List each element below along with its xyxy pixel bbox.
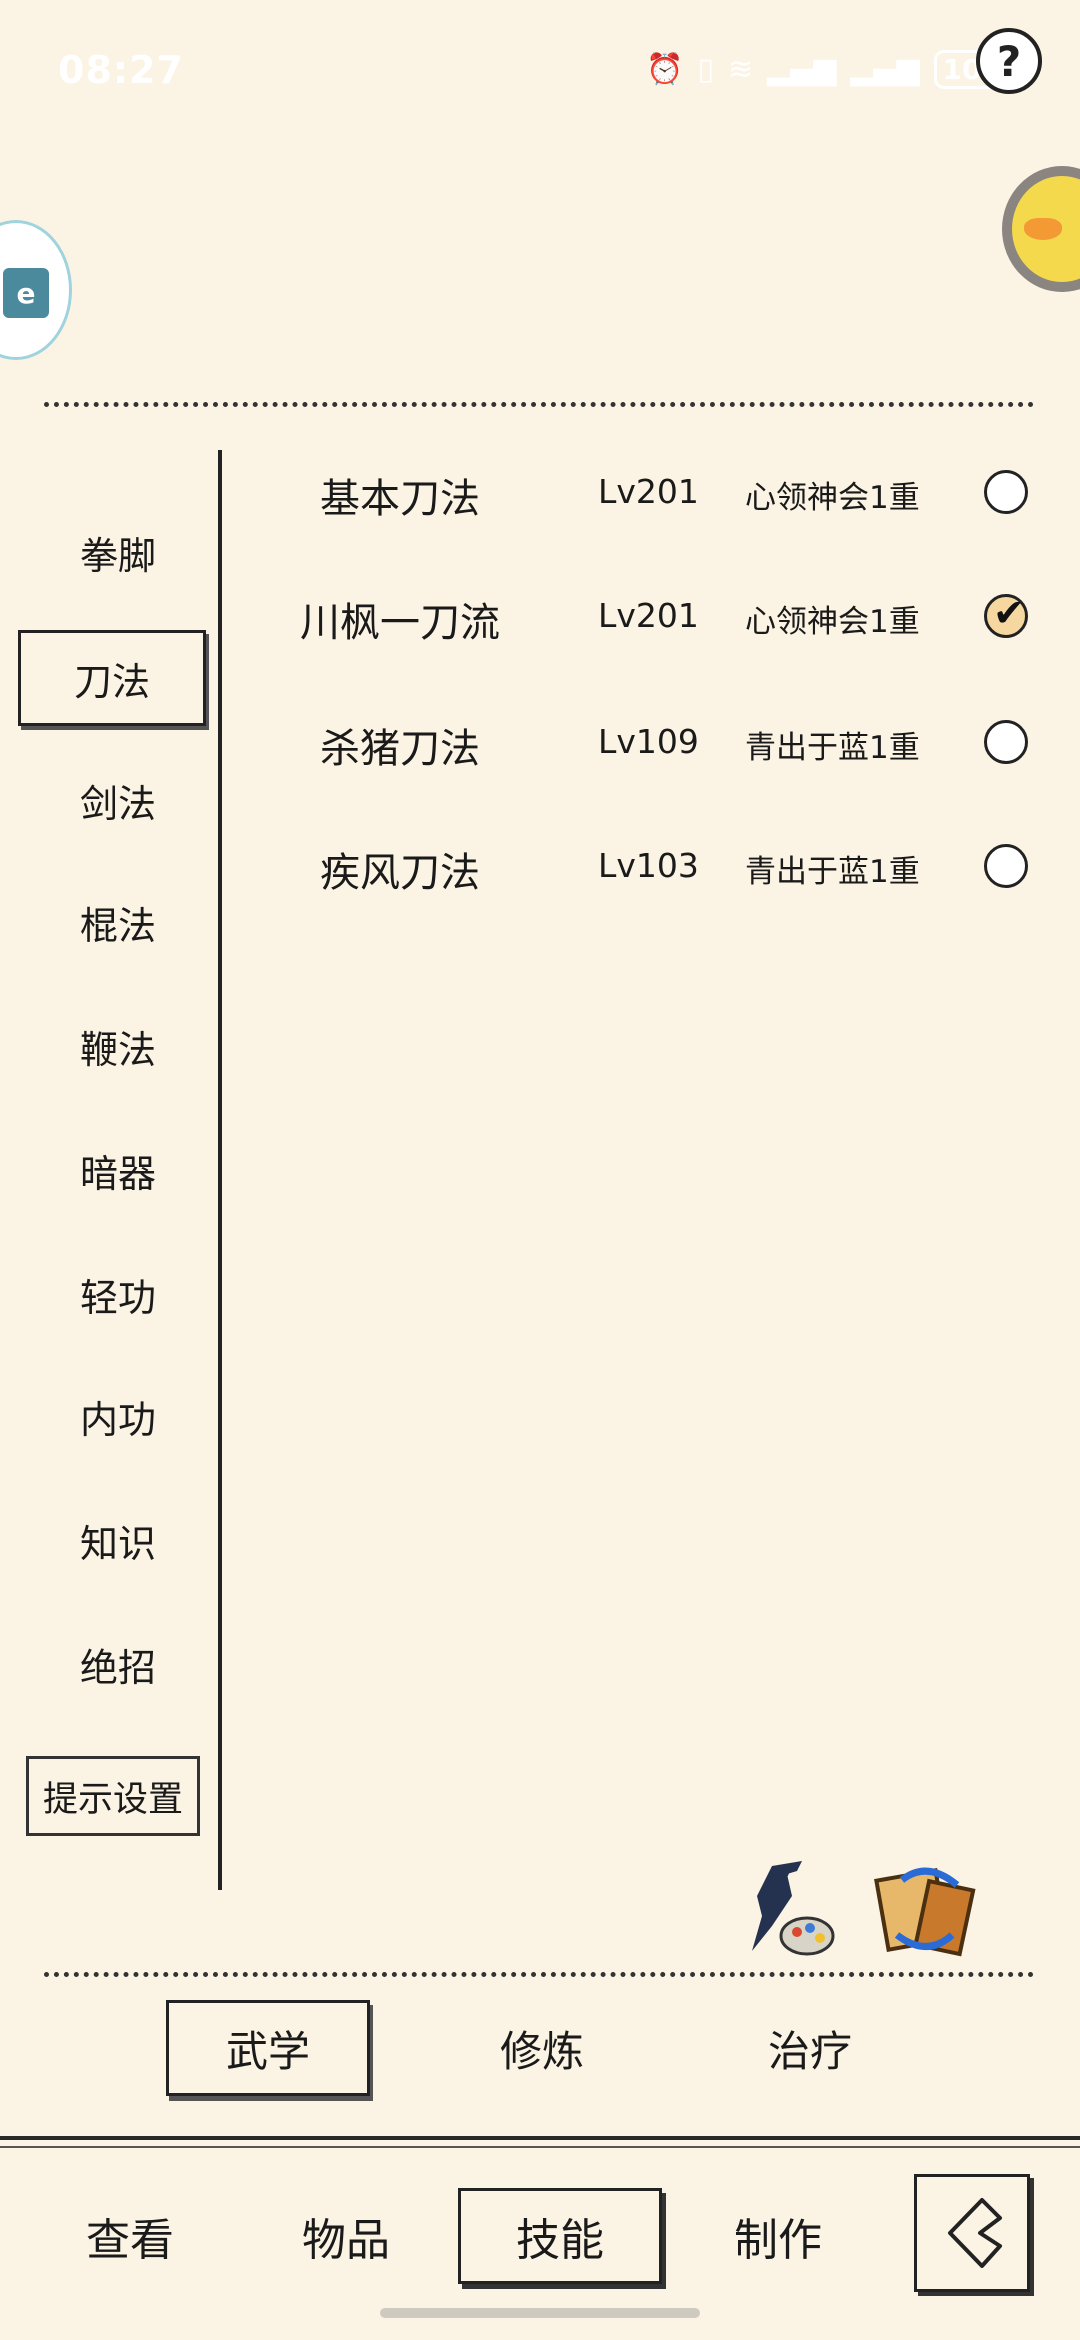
skill-level: Lv201 xyxy=(598,596,699,635)
skill-name: 疾风刀法 xyxy=(320,850,480,896)
nav-jineng[interactable]: 技能 xyxy=(458,2188,662,2284)
bottom-divider-thin xyxy=(0,2146,1080,2148)
category-juezhao[interactable]: 绝招 xyxy=(28,1620,208,1708)
skill-name: 川枫一刀流 xyxy=(300,600,500,646)
skill-tier: 青出于蓝1重 xyxy=(745,730,920,766)
category-bianfa[interactable]: 鞭法 xyxy=(28,1002,208,1090)
book-refresh-icon[interactable] xyxy=(872,1860,982,1960)
skill-row[interactable]: 基本刀法 Lv201 心领神会1重 xyxy=(230,452,1050,532)
skill-tier: 心领神会1重 xyxy=(745,604,920,640)
category-divider xyxy=(218,450,222,1890)
top-divider xyxy=(44,402,1034,407)
skill-level: Lv109 xyxy=(598,722,699,761)
category-gunfa[interactable]: 棍法 xyxy=(28,878,208,966)
category-label: 知识 xyxy=(79,1521,156,1566)
vibrate-icon: ▯ xyxy=(697,52,714,87)
category-label: 棍法 xyxy=(79,903,156,948)
nav-zhizuo[interactable]: 制作 xyxy=(688,2188,868,2284)
nav-chakan[interactable]: 查看 xyxy=(40,2188,220,2284)
category-daofa[interactable]: 刀法 xyxy=(18,630,206,726)
tips-settings-button[interactable]: 提示设置 xyxy=(26,1756,200,1836)
skill-level: Lv103 xyxy=(598,846,699,885)
category-qinggong[interactable]: 轻功 xyxy=(28,1250,208,1338)
status-time: 08:27 xyxy=(58,48,184,92)
category-neigong[interactable]: 内功 xyxy=(28,1372,208,1460)
tab-zhiliao[interactable]: 治疗 xyxy=(708,2000,912,2096)
signal-5g-icon: ▂▄▆ xyxy=(767,52,837,87)
app-icon: e xyxy=(3,268,49,318)
skill-select-radio[interactable] xyxy=(984,844,1028,888)
skill-tier: 青出于蓝1重 xyxy=(745,854,920,890)
category-zhishi[interactable]: 知识 xyxy=(28,1496,208,1584)
skill-row[interactable]: 疾风刀法 Lv103 青出于蓝1重 xyxy=(230,826,1050,906)
skill-level: Lv201 xyxy=(598,472,699,511)
alarm-icon: ⏰ xyxy=(646,52,684,87)
nav-wupin[interactable]: 物品 xyxy=(256,2188,436,2284)
signal-5g-icon: ▂▄▆ xyxy=(850,52,920,87)
wifi-icon: ≋ xyxy=(727,52,754,87)
category-anqi[interactable]: 暗器 xyxy=(28,1126,208,1214)
category-label: 拳脚 xyxy=(79,533,156,578)
skill-row[interactable]: 杀猪刀法 Lv109 青出于蓝1重 xyxy=(230,702,1050,782)
help-icon: ? xyxy=(996,36,1022,86)
skill-select-radio[interactable] xyxy=(984,720,1028,764)
category-label: 刀法 xyxy=(73,659,150,704)
skill-select-radio[interactable] xyxy=(984,470,1028,514)
category-label: 内功 xyxy=(79,1397,156,1442)
tab-xiulian[interactable]: 修炼 xyxy=(440,2000,644,2096)
martial-artist-palette-icon[interactable] xyxy=(742,1856,842,1956)
category-quanjiao[interactable]: 拳脚 xyxy=(28,508,208,596)
help-button[interactable]: ? xyxy=(976,28,1042,94)
category-label: 暗器 xyxy=(79,1151,156,1196)
back-arrow-icon xyxy=(948,2198,1002,2268)
tab-wuxue[interactable]: 武学 xyxy=(166,2000,370,2096)
category-label: 轻功 xyxy=(79,1275,156,1320)
duck-avatar-icon[interactable] xyxy=(1002,166,1080,292)
status-icons: ⏰ ▯ ≋ ▂▄▆ ▂▄▆ 100 xyxy=(646,50,1010,89)
duck-beak xyxy=(1024,218,1062,240)
skill-row[interactable]: 川枫一刀流 Lv201 心领神会1重 ✔ xyxy=(230,576,1050,656)
back-button[interactable] xyxy=(914,2174,1030,2292)
skill-name: 基本刀法 xyxy=(320,476,480,522)
sub-divider xyxy=(44,1972,1034,1977)
category-label: 鞭法 xyxy=(79,1027,156,1072)
skill-select-radio[interactable]: ✔ xyxy=(984,591,1028,638)
skill-name: 杀猪刀法 xyxy=(320,726,480,772)
checkmark-icon: ✔ xyxy=(993,591,1025,635)
skill-tier: 心领神会1重 xyxy=(745,480,920,516)
floating-app-button[interactable]: e xyxy=(0,220,72,360)
category-label: 剑法 xyxy=(79,781,156,826)
category-label: 绝招 xyxy=(79,1645,156,1690)
home-indicator[interactable] xyxy=(380,2308,700,2318)
category-jianfa[interactable]: 剑法 xyxy=(28,756,208,844)
bottom-divider xyxy=(0,2136,1080,2140)
